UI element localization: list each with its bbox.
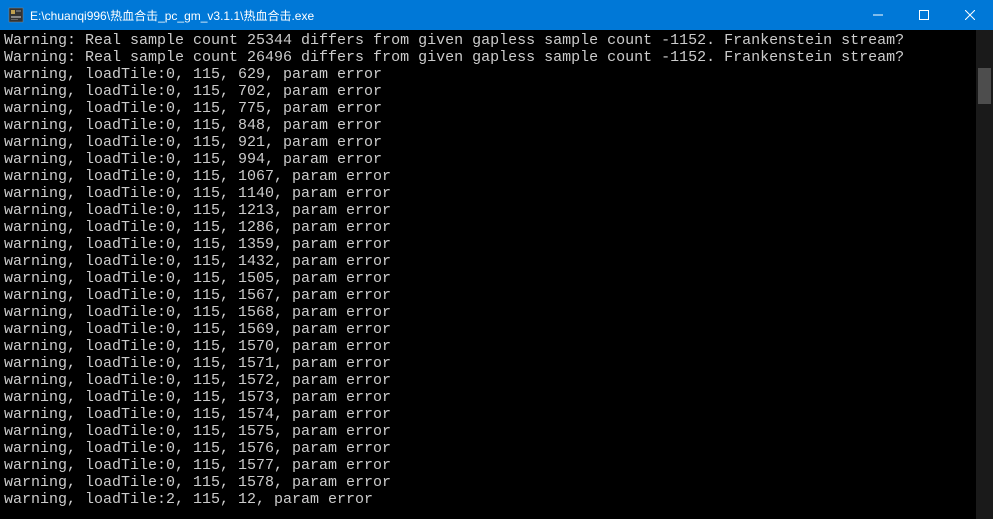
- minimize-button[interactable]: [855, 0, 901, 30]
- console-line: warning, loadTile:0, 115, 1140, param er…: [4, 185, 972, 202]
- console-line: warning, loadTile:0, 115, 921, param err…: [4, 134, 972, 151]
- console-line: warning, loadTile:0, 115, 1567, param er…: [4, 287, 972, 304]
- console-line: warning, loadTile:0, 115, 1067, param er…: [4, 168, 972, 185]
- console-line: warning, loadTile:0, 115, 1213, param er…: [4, 202, 972, 219]
- console-line: warning, loadTile:0, 115, 702, param err…: [4, 83, 972, 100]
- console-line: warning, loadTile:0, 115, 1505, param er…: [4, 270, 972, 287]
- app-icon: [8, 7, 24, 23]
- console-line: warning, loadTile:0, 115, 1359, param er…: [4, 236, 972, 253]
- console-line: warning, loadTile:0, 115, 1286, param er…: [4, 219, 972, 236]
- console-line: warning, loadTile:0, 115, 1576, param er…: [4, 440, 972, 457]
- console-area: Warning: Real sample count 25344 differs…: [0, 30, 993, 519]
- console-line: warning, loadTile:0, 115, 994, param err…: [4, 151, 972, 168]
- window-controls: [855, 0, 993, 30]
- console-line: warning, loadTile:0, 115, 1577, param er…: [4, 457, 972, 474]
- console-line: Warning: Real sample count 26496 differs…: [4, 49, 972, 66]
- console-line: warning, loadTile:0, 115, 629, param err…: [4, 66, 972, 83]
- console-line: warning, loadTile:2, 115, 12, param erro…: [4, 491, 972, 508]
- maximize-button[interactable]: [901, 0, 947, 30]
- titlebar-left: E:\chuanqi996\热血合击_pc_gm_v3.1.1\热血合击.exe: [8, 7, 314, 24]
- console-line: warning, loadTile:0, 115, 1568, param er…: [4, 304, 972, 321]
- console-line: warning, loadTile:0, 115, 1574, param er…: [4, 406, 972, 423]
- scrollbar-vertical[interactable]: [976, 30, 993, 519]
- window-title: E:\chuanqi996\热血合击_pc_gm_v3.1.1\热血合击.exe: [30, 7, 314, 24]
- console-line: warning, loadTile:0, 115, 1575, param er…: [4, 423, 972, 440]
- scrollbar-thumb[interactable]: [978, 68, 991, 104]
- console-line: warning, loadTile:0, 115, 1571, param er…: [4, 355, 972, 372]
- close-button[interactable]: [947, 0, 993, 30]
- console-line: warning, loadTile:0, 115, 1570, param er…: [4, 338, 972, 355]
- console-line: Warning: Real sample count 25344 differs…: [4, 32, 972, 49]
- console-line: warning, loadTile:0, 115, 1573, param er…: [4, 389, 972, 406]
- console-line: warning, loadTile:0, 115, 1569, param er…: [4, 321, 972, 338]
- console-line: warning, loadTile:0, 115, 848, param err…: [4, 117, 972, 134]
- titlebar[interactable]: E:\chuanqi996\热血合击_pc_gm_v3.1.1\热血合击.exe: [0, 0, 993, 30]
- console-line: warning, loadTile:0, 115, 1578, param er…: [4, 474, 972, 491]
- console-line: warning, loadTile:0, 115, 1432, param er…: [4, 253, 972, 270]
- console-window: E:\chuanqi996\热血合击_pc_gm_v3.1.1\热血合击.exe…: [0, 0, 993, 519]
- console-output[interactable]: Warning: Real sample count 25344 differs…: [0, 30, 976, 519]
- console-line: warning, loadTile:0, 115, 775, param err…: [4, 100, 972, 117]
- console-line: warning, loadTile:0, 115, 1572, param er…: [4, 372, 972, 389]
